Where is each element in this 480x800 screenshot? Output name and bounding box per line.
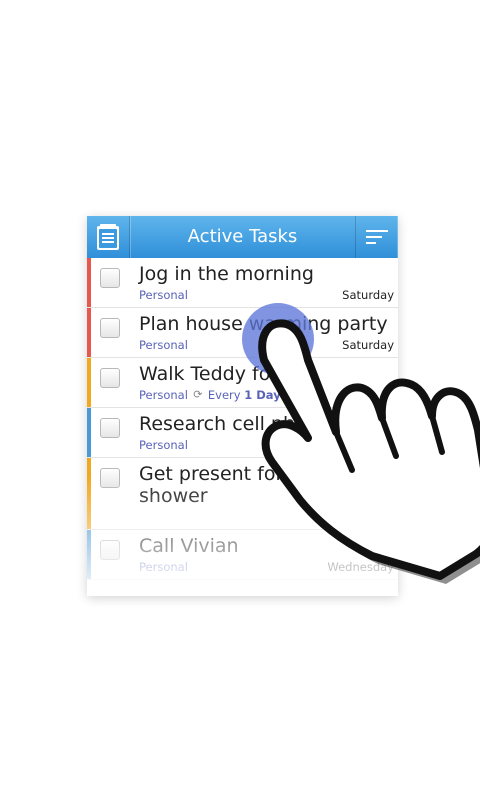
task-checkbox[interactable] bbox=[100, 318, 120, 338]
screen: Active Tasks Jog in the morning Personal… bbox=[0, 0, 480, 800]
tasks-list-icon bbox=[97, 224, 119, 250]
task-list-label: Personal bbox=[139, 560, 188, 574]
sort-icon bbox=[366, 230, 388, 244]
repeat-icon: ⟳ bbox=[193, 388, 203, 401]
repeat-interval: Every 1 Day bbox=[208, 388, 281, 402]
page-title: Active Tasks bbox=[187, 226, 298, 247]
task-meta: Personal bbox=[139, 288, 188, 302]
title-bar: Active Tasks bbox=[87, 216, 398, 258]
task-checkbox[interactable] bbox=[100, 468, 120, 488]
sort-button[interactable] bbox=[355, 216, 398, 258]
task-title: Get present for y shower bbox=[139, 463, 301, 507]
task-list-label: Personal bbox=[139, 438, 188, 452]
task-app-preview: Active Tasks Jog in the morning Personal… bbox=[87, 216, 398, 596]
task-list-label: Personal bbox=[139, 288, 188, 302]
priority-stripe bbox=[87, 408, 91, 457]
task-row[interactable]: Get present for y shower bbox=[87, 458, 398, 530]
task-checkbox[interactable] bbox=[100, 268, 120, 288]
task-title: Call Vivian bbox=[139, 535, 239, 557]
task-list-label: Personal bbox=[139, 388, 188, 402]
tasks-list-button[interactable] bbox=[87, 216, 130, 258]
priority-stripe bbox=[87, 530, 91, 579]
task-list-label: Personal bbox=[139, 338, 188, 352]
task-meta: Personal bbox=[139, 338, 188, 352]
task-checkbox[interactable] bbox=[100, 540, 120, 560]
task-due-date: Saturday bbox=[342, 338, 394, 352]
repeat-value: 1 Day bbox=[244, 388, 281, 402]
task-row[interactable]: Walk Teddy for Personal ⟳ Every 1 Day bbox=[87, 358, 398, 408]
task-meta: Personal bbox=[139, 438, 188, 452]
task-checkbox[interactable] bbox=[100, 368, 120, 388]
task-title: Jog in the morning bbox=[139, 263, 314, 285]
task-row[interactable]: Research cell pho Personal bbox=[87, 408, 398, 458]
task-list: Jog in the morning Personal Saturday Pla… bbox=[87, 258, 398, 580]
task-due-date: Wednesday bbox=[327, 560, 394, 574]
repeat-prefix: Every bbox=[207, 388, 241, 402]
priority-stripe bbox=[87, 358, 91, 407]
task-meta: Personal ⟳ Every 1 Day bbox=[139, 388, 281, 402]
task-row[interactable]: Call Vivian Personal Wednesday bbox=[87, 530, 398, 580]
priority-stripe bbox=[87, 308, 91, 357]
task-checkbox[interactable] bbox=[100, 418, 120, 438]
priority-stripe bbox=[87, 458, 91, 529]
task-title: Research cell pho bbox=[139, 413, 307, 435]
tap-indicator bbox=[242, 303, 314, 375]
task-row[interactable]: Jog in the morning Personal Saturday bbox=[87, 258, 398, 308]
priority-stripe bbox=[87, 258, 91, 307]
task-meta: Personal bbox=[139, 560, 188, 574]
task-due-date: Saturday bbox=[342, 288, 394, 302]
